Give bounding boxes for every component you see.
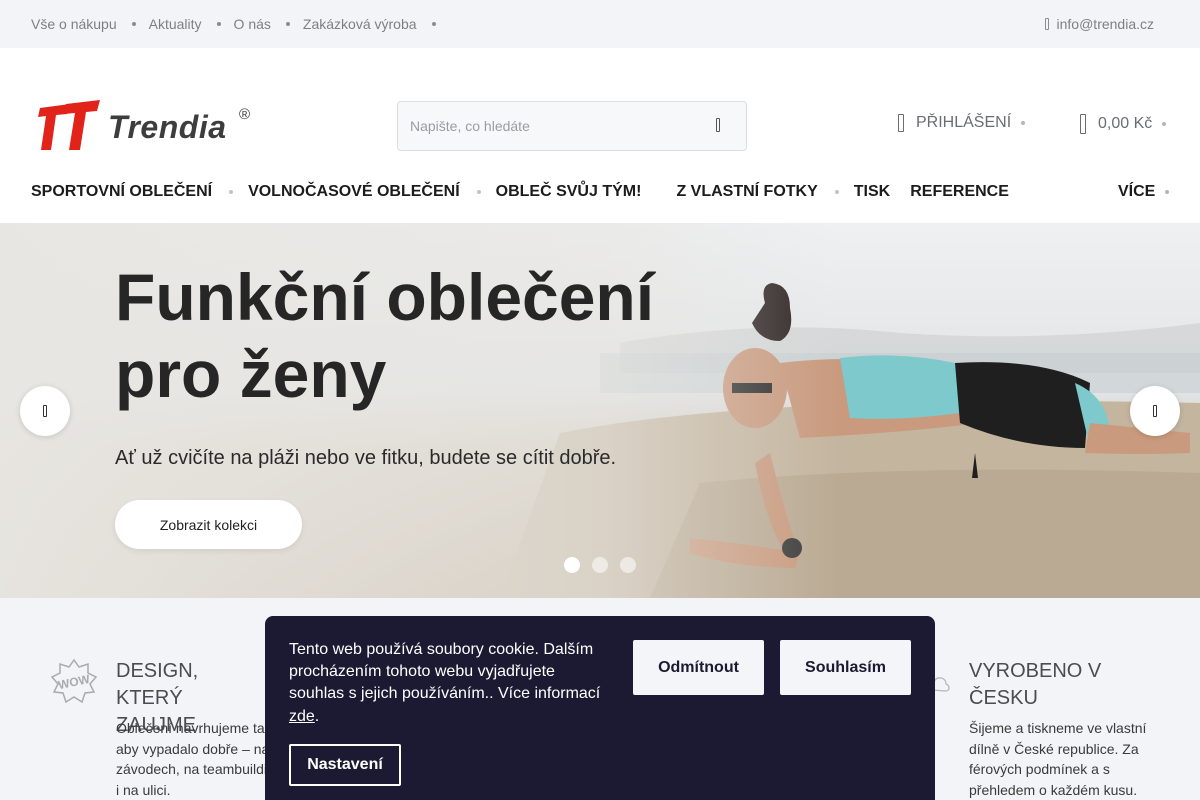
- cookie-banner: Tento web používá soubory cookie. Dalším…: [265, 616, 935, 800]
- show-collection-button[interactable]: Zobrazit kolekci: [115, 500, 302, 549]
- slider-prev-button[interactable]: [20, 386, 70, 436]
- separator-dot: [285, 22, 290, 26]
- chevron-left-icon: [43, 405, 47, 417]
- submenu-indicator-icon: [229, 190, 234, 194]
- cookie-accept-button[interactable]: Souhlasím: [780, 640, 911, 695]
- logo-mark-icon: [38, 100, 100, 150]
- login-button[interactable]: PŘIHLÁŠENÍ: [898, 114, 1026, 132]
- top-link-about[interactable]: O nás: [234, 16, 271, 32]
- logo[interactable]: Trendia ®: [36, 100, 258, 154]
- separator-dot: [131, 22, 136, 26]
- cart-button[interactable]: 0,00 Kč: [1080, 114, 1167, 134]
- submenu-indicator-icon: [834, 190, 839, 194]
- top-nav: Vše o nákupu Aktuality O nás Zakázková v…: [31, 16, 449, 32]
- cookie-refuse-button[interactable]: Odmítnout: [633, 640, 764, 695]
- nav-more-button[interactable]: VÍCE: [1118, 183, 1170, 201]
- top-bar: Vše o nákupu Aktuality O nás Zakázková v…: [0, 0, 1200, 48]
- nav-item-own-photo[interactable]: Z VLASTNÍ FOTKY: [676, 183, 853, 201]
- logo-text: Trendia: [108, 109, 227, 145]
- benefit-title-made-in-czech: VYROBENO V ČESKU: [969, 660, 1102, 709]
- cookie-more-info-link[interactable]: zde: [289, 708, 315, 725]
- nav-item-dress-your-team[interactable]: OBLEČ SVŮJ TÝM!: [496, 183, 677, 201]
- slider-dot[interactable]: [592, 557, 608, 573]
- slider-dot[interactable]: [564, 557, 580, 573]
- search-button[interactable]: [708, 118, 728, 136]
- logo-registered-mark: ®: [239, 106, 251, 123]
- slider-pagination: [564, 557, 636, 573]
- chevron-down-icon: [1021, 121, 1026, 125]
- chevron-down-icon: [1162, 122, 1167, 126]
- cookie-text-suffix: .: [314, 707, 320, 725]
- top-link-shopping-info[interactable]: Vše o nákupu: [31, 16, 117, 32]
- slider-next-button[interactable]: [1130, 386, 1180, 436]
- nav-item-label: SPORTOVNÍ OBLEČENÍ: [31, 183, 213, 200]
- nav-item-label: REFERENCE: [910, 183, 1009, 200]
- hero-title: Funkční oblečení pro ženy: [115, 260, 655, 412]
- cookie-message: Tento web používá soubory cookie. Dalším…: [289, 641, 601, 703]
- top-link-custom-production[interactable]: Zakázková výroba: [303, 16, 417, 32]
- search-icon: [716, 118, 720, 132]
- nav-item-sport-clothing[interactable]: SPORTOVNÍ OBLEČENÍ: [31, 183, 248, 201]
- separator-dot: [216, 22, 221, 26]
- nav-item-label: VOLNOČASOVÉ OBLEČENÍ: [248, 183, 460, 200]
- nav-item-label: Z VLASTNÍ FOTKY: [676, 183, 818, 200]
- nav-item-references[interactable]: REFERENCE: [910, 183, 1009, 201]
- hero-slider: Funkční oblečení pro ženy Ať už cvičíte …: [0, 223, 1200, 598]
- cart-icon: [1080, 114, 1086, 134]
- more-dot[interactable]: [431, 22, 436, 26]
- cart-total: 0,00 Kč: [1098, 115, 1153, 132]
- cookie-settings-button[interactable]: Nastavení: [289, 744, 401, 786]
- svg-text:WOW: WOW: [57, 672, 92, 692]
- submenu-indicator-icon: [476, 190, 481, 194]
- chevron-down-icon: [1165, 190, 1170, 194]
- top-link-news[interactable]: Aktuality: [149, 16, 202, 32]
- wow-badge-icon: WOW: [50, 658, 98, 704]
- mail-icon: [1044, 18, 1049, 30]
- slider-dot[interactable]: [620, 557, 636, 573]
- user-icon: [898, 114, 904, 132]
- nav-item-label: OBLEČ SVŮJ TÝM!: [495, 183, 642, 200]
- benefit-text-made-in-czech: Šijeme a tiskneme ve vlastní dílně v Čes…: [969, 720, 1147, 798]
- chevron-right-icon: [1153, 405, 1157, 417]
- nav-more-label: VÍCE: [1118, 183, 1156, 200]
- nav-item-leisure-clothing[interactable]: VOLNOČASOVÉ OBLEČENÍ: [248, 183, 496, 201]
- hero-subtitle: Ať už cvičíte na pláži nebo ve fitku, bu…: [115, 447, 617, 469]
- search-input[interactable]: [410, 102, 700, 150]
- search-box: [397, 101, 747, 151]
- cookie-text: Tento web používá soubory cookie. Dalším…: [289, 639, 609, 728]
- nav-item-label: TISK: [853, 183, 891, 200]
- login-label: PŘIHLÁŠENÍ: [916, 114, 1012, 131]
- nav-item-print[interactable]: TISK: [854, 183, 910, 201]
- top-email[interactable]: info@trendia.cz: [1044, 16, 1154, 32]
- main-nav: SPORTOVNÍ OBLEČENÍ VOLNOČASOVÉ OBLEČENÍ …: [31, 183, 1009, 201]
- email-link[interactable]: info@trendia.cz: [1057, 16, 1154, 32]
